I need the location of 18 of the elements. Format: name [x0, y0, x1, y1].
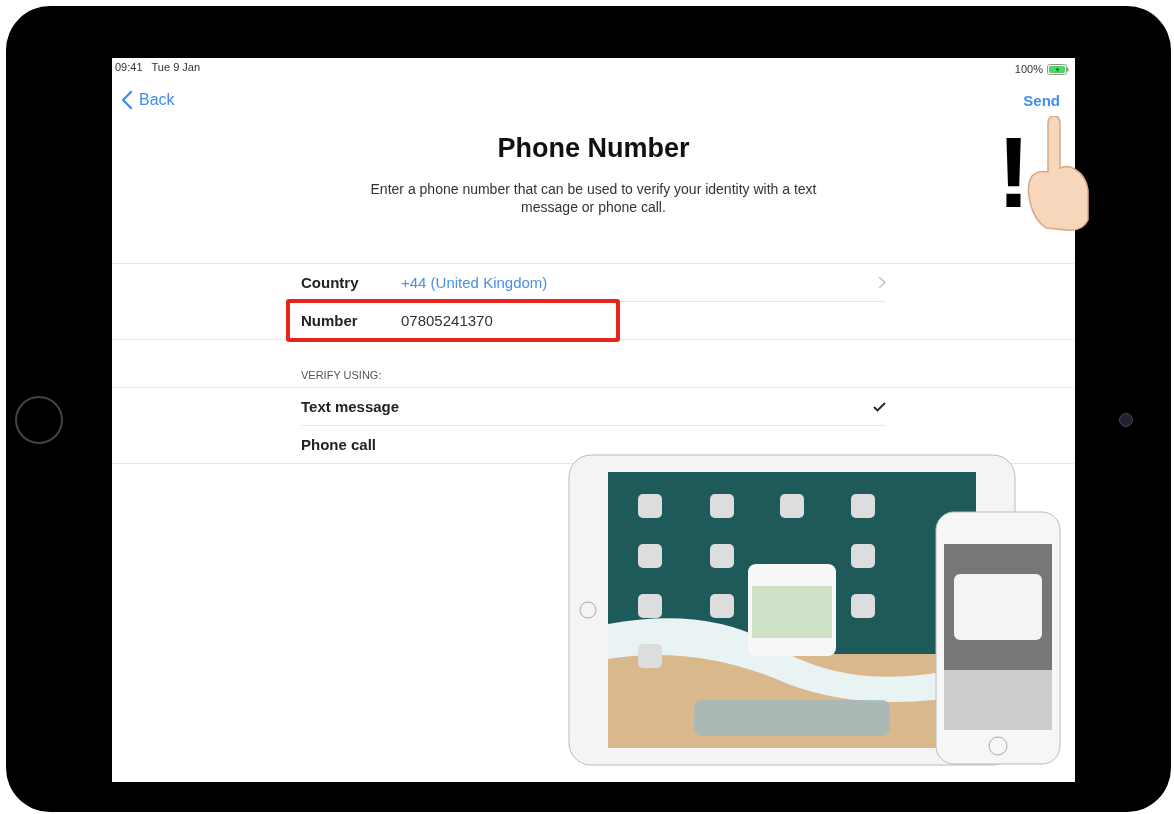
chevron-right-icon: [878, 276, 886, 289]
field-label: Number: [301, 312, 359, 329]
verify-option[interactable]: Phone call: [301, 436, 377, 453]
exclamation-mark: !: [997, 122, 1031, 222]
chevron-left-icon: [121, 90, 133, 110]
verify-option[interactable]: Text message: [301, 398, 400, 415]
home-button[interactable]: [15, 396, 63, 444]
status-time: 09:41: [115, 61, 143, 75]
status-date: Tue 9 Jan: [151, 61, 201, 75]
number-input-field[interactable]: 07805241370: [401, 312, 493, 329]
pointing-hand-icon: [1026, 116, 1090, 232]
description-text: Enter a phone number that can be used to verify your identity with a text message or phone call.: [369, 180, 818, 216]
field-label: Country: [301, 274, 360, 291]
page-title: Phone Number: [496, 133, 691, 164]
battery-icon: [1047, 63, 1069, 75]
section-header: VERIFY USING:: [300, 368, 383, 383]
camera-lens: [1119, 413, 1133, 427]
battery-percent: 100%: [1014, 63, 1043, 75]
